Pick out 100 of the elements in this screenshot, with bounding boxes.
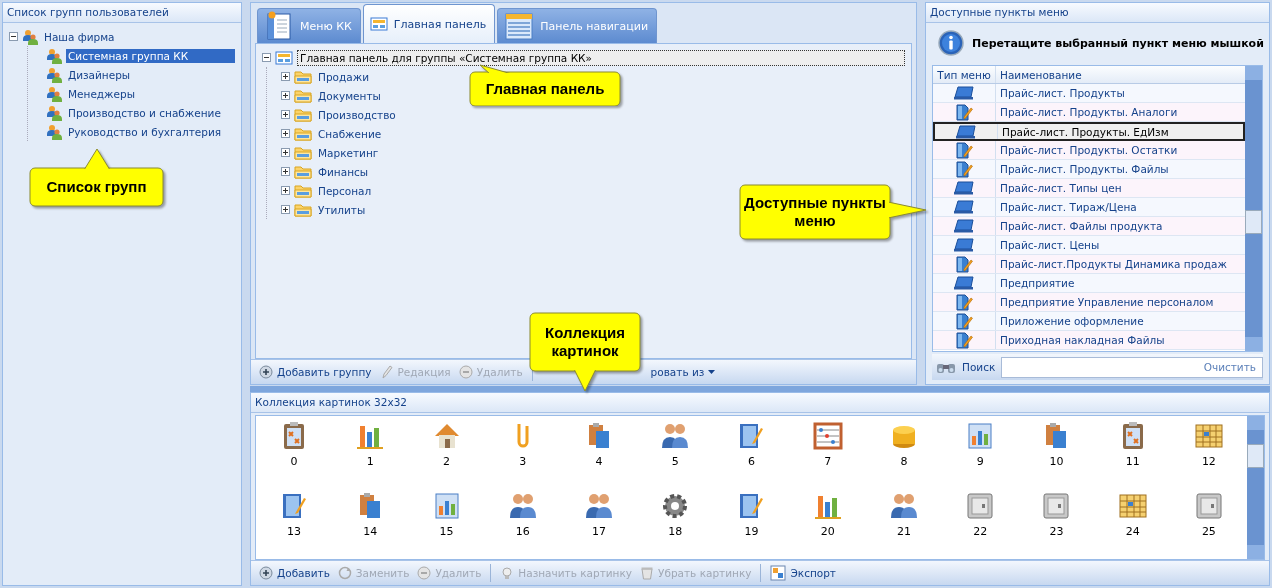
panel-icon [275, 50, 293, 65]
pencil-icon [379, 365, 394, 379]
image-number: 20 [820, 525, 835, 538]
table-row[interactable]: Прайс-лист. Продукты. ЕдИзм [933, 122, 1245, 141]
expand-icon[interactable] [281, 129, 290, 138]
expand-icon[interactable] [281, 167, 290, 176]
add-icon [259, 566, 273, 580]
column-header[interactable]: Тип меню [933, 66, 996, 83]
search-label: Поиск [962, 361, 996, 373]
delete-icon [417, 566, 432, 580]
image-number: 2 [443, 455, 451, 468]
folder-icon [294, 183, 312, 198]
table-cell-text: Прайс-лист. Продукты. ЕдИзм [1001, 125, 1169, 138]
folder-icon [294, 107, 312, 122]
panel-title: Список групп пользователей [3, 3, 241, 23]
expand-icon[interactable] [281, 148, 290, 157]
callout: Коллекция картинок [528, 311, 642, 392]
toolbar-button[interactable]: Экспорт [768, 563, 838, 583]
tree-item[interactable]: Финансы [316, 164, 371, 179]
expand-icon[interactable] [281, 205, 290, 214]
collapse-icon[interactable] [262, 53, 271, 62]
expand-icon[interactable] [281, 186, 290, 195]
table-row[interactable]: Предприятие Управление персоналом [933, 293, 1245, 312]
book-icon [264, 11, 294, 41]
table-row[interactable]: Предприятие [933, 274, 1245, 293]
tree-item[interactable]: Дизайнеры [66, 67, 133, 82]
folder-icon [294, 69, 312, 84]
tree-item[interactable]: Продажи [316, 69, 371, 84]
scrollbar[interactable] [1245, 66, 1262, 351]
table-cell-text: Приложение оформление [999, 315, 1144, 327]
abacus-icon[interactable] [811, 420, 844, 452]
group-icon [46, 104, 62, 121]
tree-item[interactable]: Менеджеры [66, 86, 137, 101]
book-icon [953, 219, 975, 233]
table-cell-text: Прайс-лист.Продукты Динамика продаж [999, 258, 1227, 270]
book-icon [953, 86, 975, 100]
folder-icon [294, 164, 312, 179]
group-icon [46, 85, 62, 102]
toolbar-button[interactable]: Добавить группу [257, 363, 374, 381]
tree-item[interactable]: Руководство и бухгалтерия [66, 124, 224, 139]
table-cell-text: Предприятие Управление персоналом [999, 296, 1214, 308]
table-cell-text: Предприятие [999, 277, 1075, 289]
table-row[interactable]: Прайс-лист. Цены [933, 236, 1245, 255]
tree-item[interactable]: Системная группа КК [66, 48, 235, 63]
table-row[interactable]: Прайс-лист. Файлы продукта [933, 217, 1245, 236]
image-number: 25 [1201, 525, 1216, 538]
image-number: 12 [1201, 455, 1216, 468]
image-number: 5 [671, 455, 679, 468]
image-number: 13 [287, 525, 302, 538]
tree-item[interactable]: Документы [316, 88, 383, 103]
column-header[interactable]: Наименование [996, 68, 1082, 81]
table-row[interactable]: Приходная накладная Файлы [933, 331, 1245, 350]
image-number: 11 [1125, 455, 1140, 468]
tree-item[interactable]: Снабжение [316, 126, 384, 141]
table-row[interactable]: Прайс-лист. Тираж/Цена [933, 198, 1245, 217]
book-icon [955, 124, 977, 139]
toolbar-button[interactable]: Добавить [257, 564, 332, 582]
dropdown-button[interactable]: ровать из [648, 364, 718, 380]
image-number: 23 [1049, 525, 1064, 538]
image-number: 9 [976, 455, 984, 468]
expand-icon[interactable] [281, 110, 290, 119]
tree-item[interactable]: Главная панель для группы «Системная группа КК» [297, 49, 905, 66]
image-number: 24 [1125, 525, 1140, 538]
document-pencil-icon [955, 255, 973, 273]
table-row[interactable]: Приложение оформление [933, 312, 1245, 331]
book-icon [953, 181, 975, 195]
tab[interactable]: Главная панель [362, 4, 496, 43]
table-row[interactable]: Прайс-лист. Типы цен [933, 179, 1245, 198]
search-field[interactable]: Очистить [1001, 356, 1263, 378]
add-icon [259, 365, 273, 379]
tree-item[interactable]: Персонал [316, 183, 374, 198]
table-row[interactable]: Прайс-лист. Продукты [933, 84, 1245, 103]
scrollbar[interactable] [1247, 416, 1264, 559]
panel-title: Коллекция картинок 32x32 [251, 393, 1269, 413]
table-row[interactable]: Прайс-лист.Продукты Динамика продаж [933, 255, 1245, 274]
expand-icon[interactable] [281, 91, 290, 100]
tree-item[interactable]: Наша фирма [42, 29, 117, 44]
image-number: 6 [748, 455, 755, 468]
clear-link[interactable]: Очистить [1203, 361, 1256, 373]
group-icon [46, 66, 62, 83]
image-number: 18 [668, 525, 683, 538]
image-number: 10 [1049, 455, 1064, 468]
folder-icon [294, 88, 312, 103]
table-row[interactable]: Прайс-лист. Продукты. Файлы [933, 160, 1245, 179]
expand-icon[interactable] [281, 72, 290, 81]
image-number: 1 [366, 455, 374, 468]
table-cell-text: Приходная накладная Файлы [999, 334, 1165, 346]
tree-item[interactable]: Утилиты [316, 202, 368, 217]
image-number: 4 [595, 455, 603, 468]
table-cell-text: Прайс-лист. Типы цен [999, 182, 1122, 194]
table-row[interactable]: Прайс-лист. Продукты. Аналоги [933, 103, 1245, 122]
callout: Главная панель [468, 64, 622, 106]
tree-item[interactable]: Маркетинг [316, 145, 381, 160]
callout: Доступные пункты меню [738, 183, 928, 241]
collapse-icon[interactable] [9, 32, 18, 41]
tree-item[interactable]: Производство и снабжение [66, 105, 223, 120]
tree-item[interactable]: Производство [316, 107, 398, 122]
document-pencil-icon [955, 160, 973, 178]
delete-icon [458, 365, 473, 379]
table-row[interactable]: Прайс-лист. Продукты. Остатки [933, 141, 1245, 160]
